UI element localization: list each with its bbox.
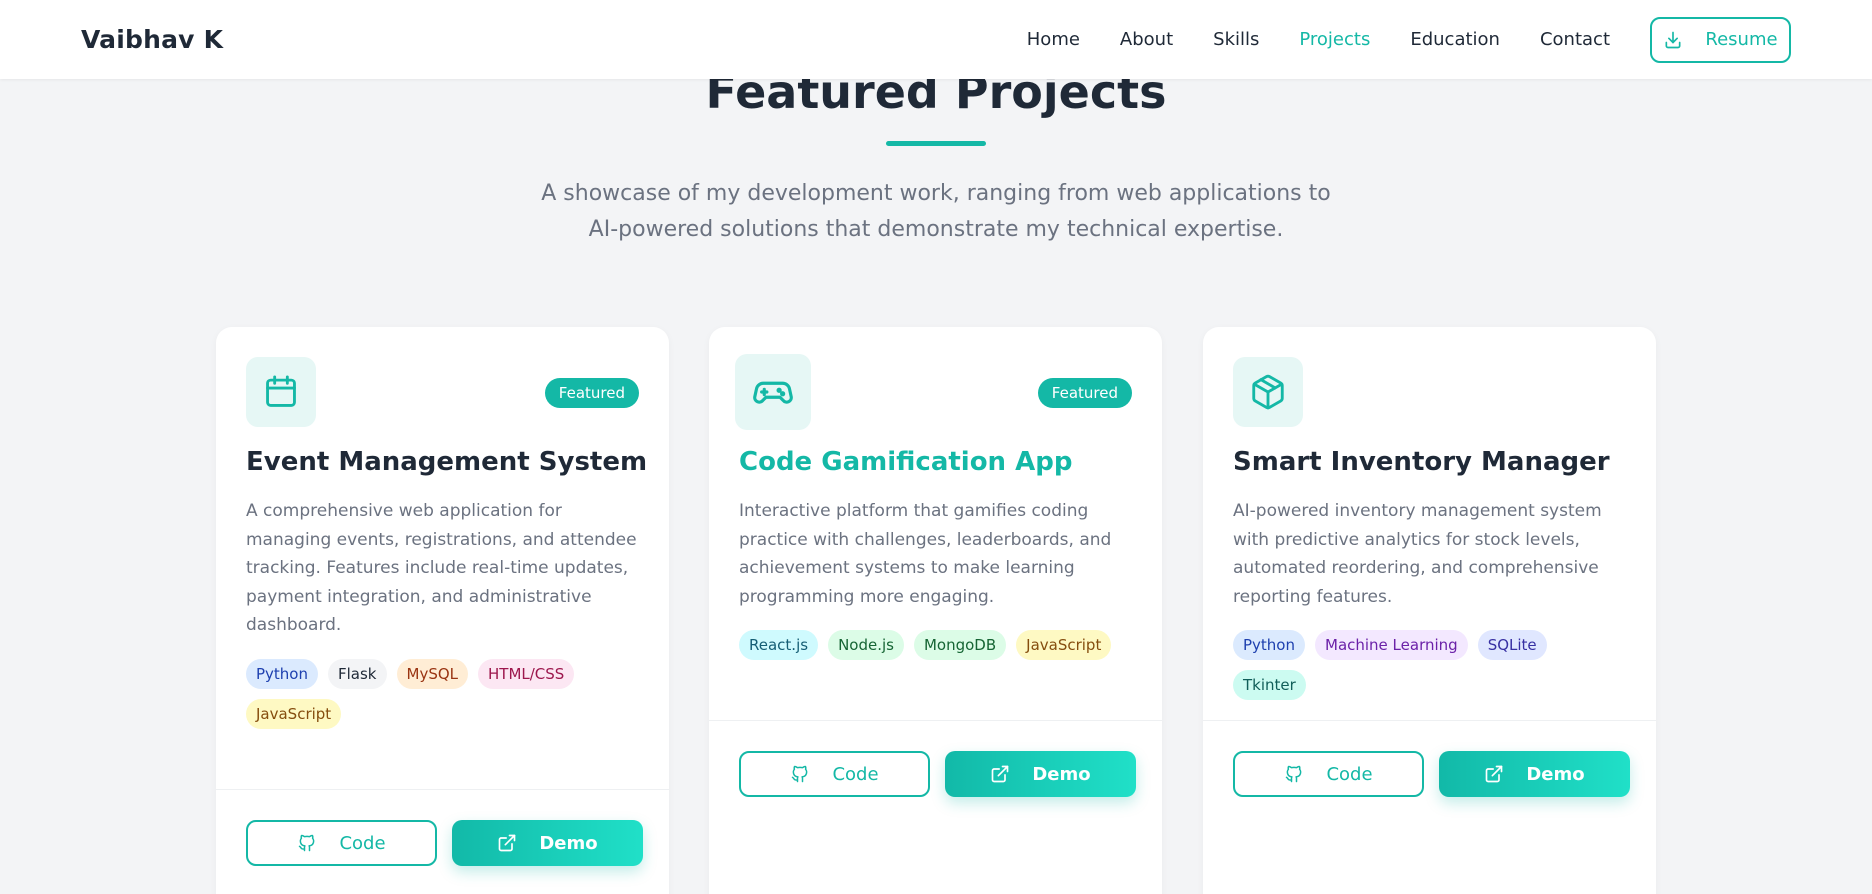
project-icon-wrap bbox=[735, 354, 811, 430]
external-link-icon bbox=[499, 834, 516, 852]
demo-button[interactable]: Demo bbox=[1439, 751, 1630, 797]
nav-link-projects[interactable]: Projects bbox=[1299, 29, 1370, 50]
demo-button[interactable]: Demo bbox=[452, 820, 643, 866]
tag: Tkinter bbox=[1233, 670, 1306, 700]
card-divider bbox=[216, 789, 669, 790]
demo-button[interactable]: Demo bbox=[945, 751, 1136, 797]
demo-label: Demo bbox=[539, 832, 598, 854]
nav-link-education[interactable]: Education bbox=[1410, 29, 1500, 50]
code-button[interactable]: Code bbox=[1233, 751, 1424, 797]
tag: SQLite bbox=[1477, 630, 1547, 660]
nav-link-home[interactable]: Home bbox=[1027, 29, 1080, 50]
project-icon-wrap bbox=[246, 357, 316, 427]
gamepad-icon bbox=[753, 381, 793, 404]
project-card-code-gamification: Featured Code Gamification App Interacti… bbox=[709, 327, 1162, 894]
code-label: Code bbox=[832, 763, 879, 785]
project-icon-wrap bbox=[1233, 357, 1303, 427]
title-underline bbox=[886, 141, 986, 146]
tag: JavaScript bbox=[1016, 630, 1112, 660]
tag: Flask bbox=[328, 659, 387, 689]
calendar-icon bbox=[266, 375, 296, 407]
tag: JavaScript bbox=[246, 699, 342, 729]
card-divider bbox=[1203, 720, 1656, 721]
nav-link-about[interactable]: About bbox=[1120, 29, 1173, 50]
github-icon bbox=[299, 834, 315, 852]
featured-badge: Featured bbox=[1037, 378, 1132, 408]
code-button[interactable]: Code bbox=[246, 820, 437, 866]
github-icon bbox=[792, 765, 808, 783]
section-subtitle: A showcase of my development work, rangi… bbox=[541, 181, 1331, 242]
tech-tags: Python Machine Learning SQLite Tkinter bbox=[1233, 630, 1628, 710]
tech-tags: React.js Node.js MongoDB JavaScript bbox=[739, 630, 1134, 670]
project-title: Smart Inventory Manager bbox=[1233, 447, 1610, 477]
tag: Node.js bbox=[828, 630, 904, 660]
tag: Python bbox=[246, 659, 318, 689]
tag: Python bbox=[1233, 630, 1305, 660]
demo-label: Demo bbox=[1526, 763, 1585, 785]
tag: HTML/CSS bbox=[478, 659, 575, 689]
project-card-smart-inventory: Smart Inventory Manager AI-powered inven… bbox=[1203, 327, 1656, 894]
demo-label: Demo bbox=[1032, 763, 1091, 785]
github-icon bbox=[1286, 765, 1302, 783]
tag: MongoDB bbox=[913, 630, 1007, 660]
code-button[interactable]: Code bbox=[739, 751, 930, 797]
download-icon bbox=[1665, 31, 1681, 48]
navbar: Vaibhav K Home About Skills Projects Edu… bbox=[0, 0, 1872, 79]
project-card-event-management: Featured Event Management System A compr… bbox=[216, 327, 669, 894]
project-title[interactable]: Code Gamification App bbox=[739, 447, 1072, 477]
card-divider bbox=[709, 720, 1162, 721]
external-link-icon bbox=[992, 765, 1009, 783]
nav-links: Home About Skills Projects Education Con… bbox=[987, 16, 1791, 63]
project-description: A comprehensive web application for mana… bbox=[246, 501, 637, 635]
tag: React.js bbox=[739, 630, 819, 660]
code-label: Code bbox=[1326, 763, 1373, 785]
project-description: AI-powered inventory management system w… bbox=[1233, 501, 1602, 607]
project-description: Interactive platform that gamifies codin… bbox=[739, 501, 1112, 607]
external-link-icon bbox=[1486, 765, 1503, 783]
nav-link-contact[interactable]: Contact bbox=[1540, 29, 1610, 50]
nav-link-skills[interactable]: Skills bbox=[1213, 29, 1259, 50]
tag: MySQL bbox=[396, 659, 469, 689]
resume-button[interactable]: Resume bbox=[1650, 16, 1791, 63]
box-icon bbox=[1252, 374, 1284, 410]
featured-badge: Featured bbox=[544, 378, 639, 408]
resume-label: Resume bbox=[1705, 29, 1778, 50]
brand-logo[interactable]: Vaibhav K bbox=[81, 25, 223, 54]
tech-tags: Python Flask MySQL HTML/CSS JavaScript bbox=[246, 659, 641, 739]
code-label: Code bbox=[339, 832, 386, 854]
project-title: Event Management System bbox=[246, 447, 648, 477]
tag: Machine Learning bbox=[1315, 630, 1468, 660]
